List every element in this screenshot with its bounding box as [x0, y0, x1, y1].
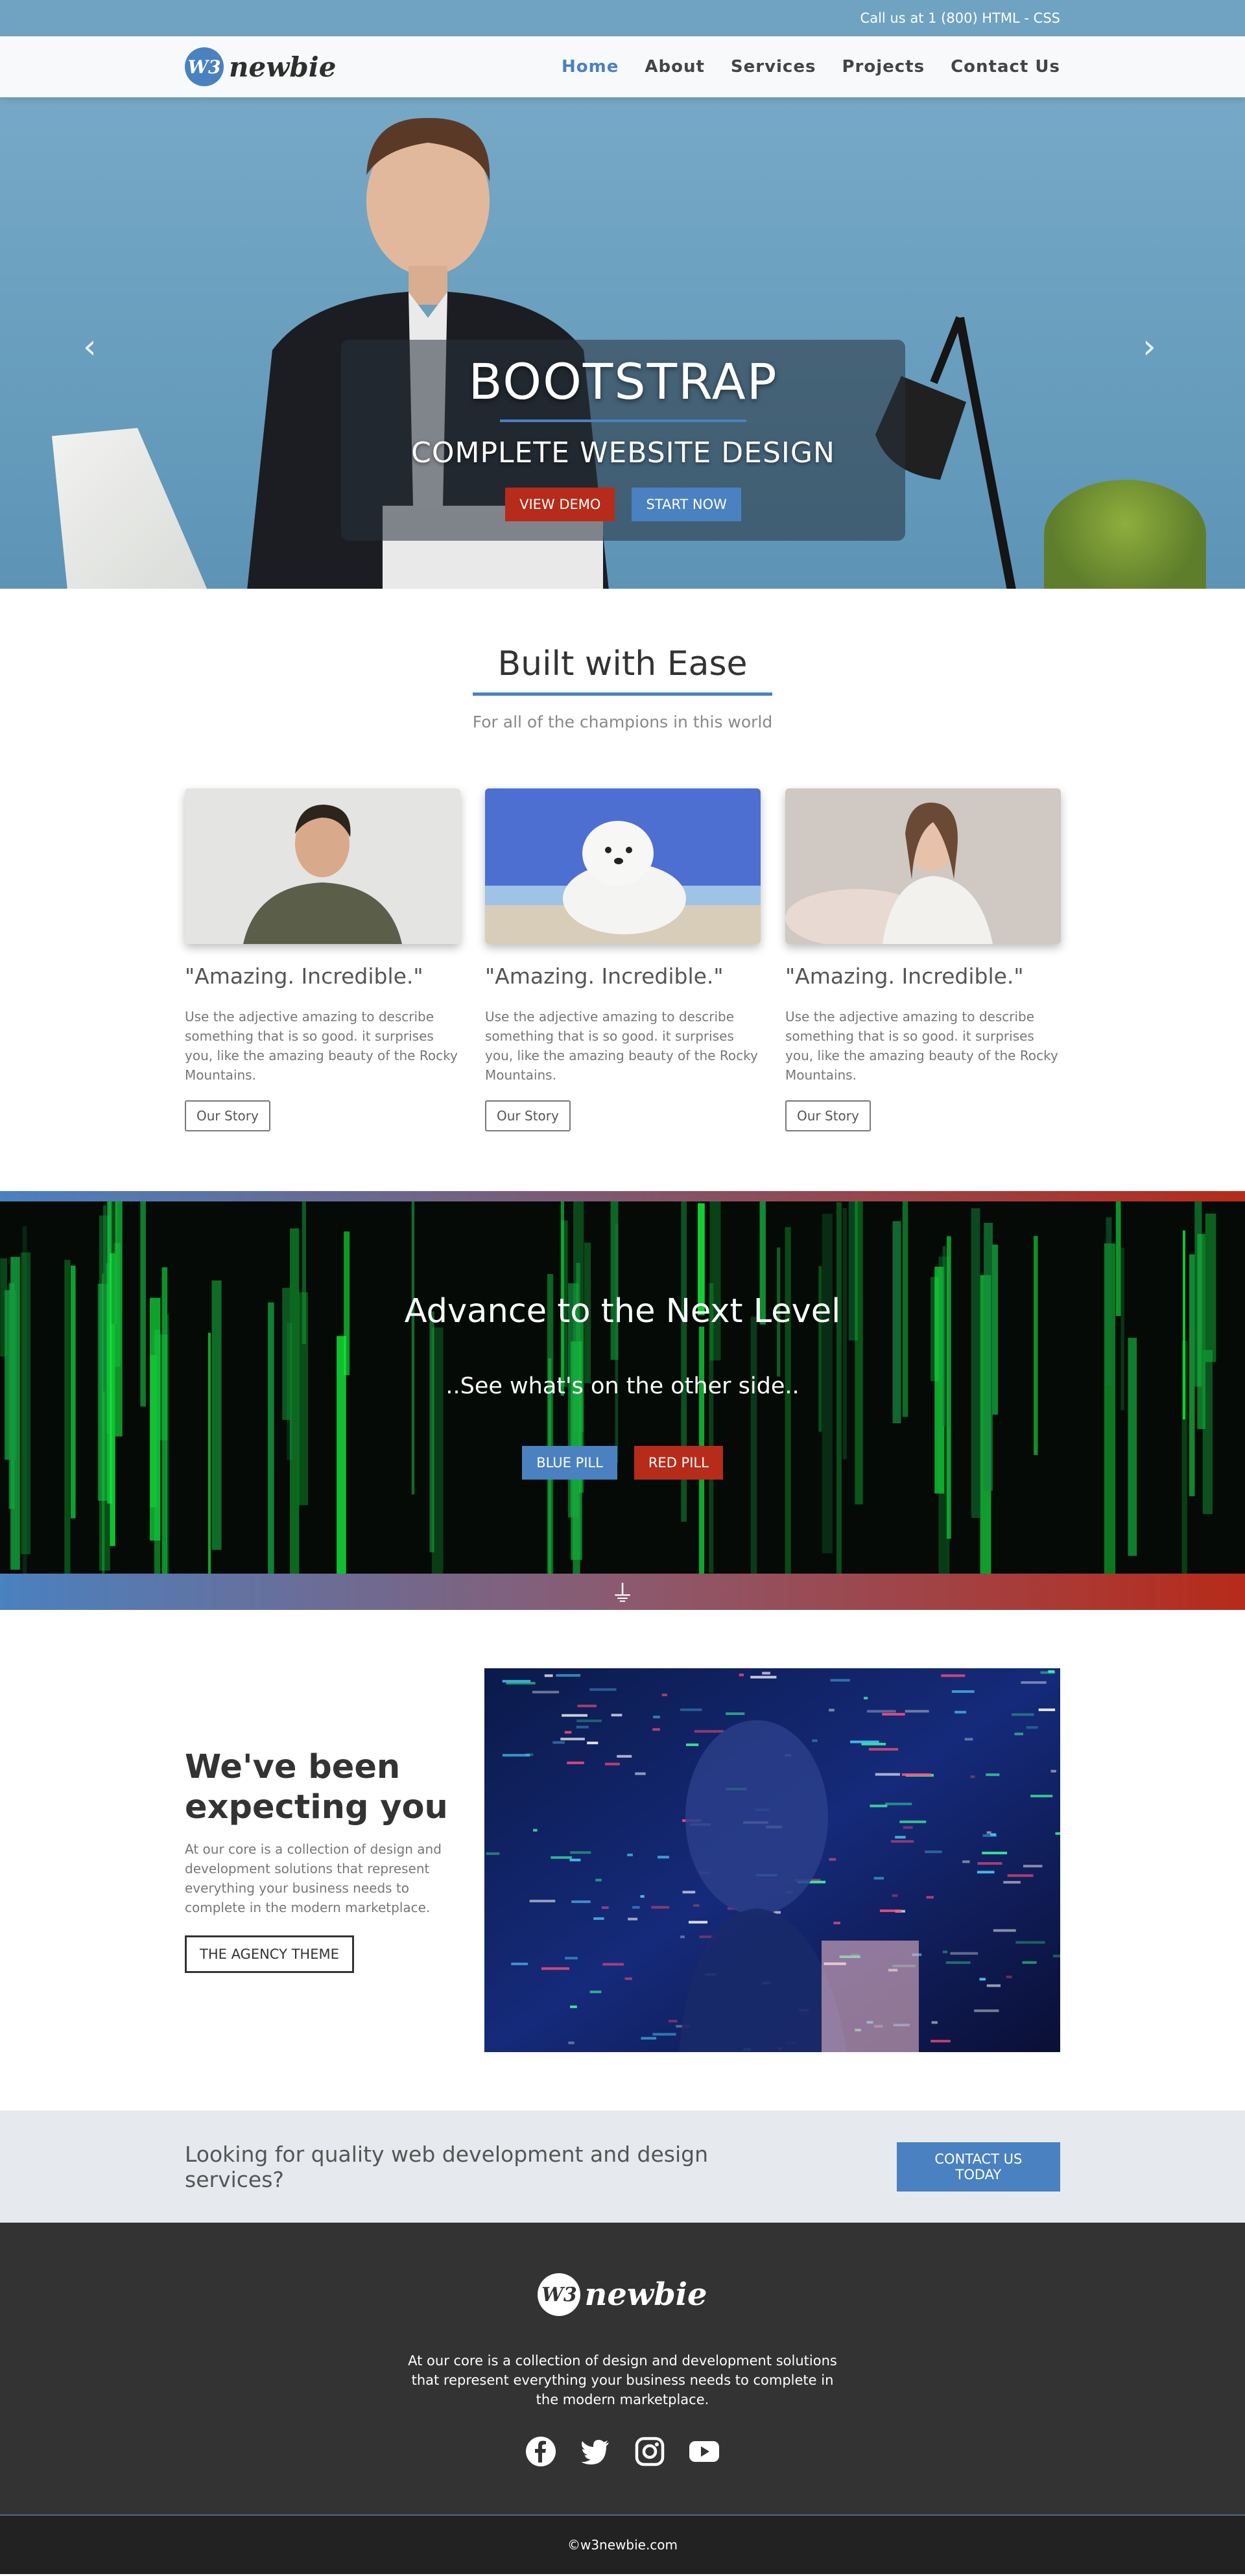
- card-title: "Amazing. Incredible.": [485, 963, 724, 989]
- matrix-subtitle: ..See what's on the other side..: [445, 1373, 800, 1399]
- card-text: Use the adjective amazing to describe so…: [185, 1009, 458, 1083]
- youtube-icon[interactable]: [688, 2435, 720, 2468]
- instagram-icon[interactable]: [634, 2435, 666, 2468]
- twitter-icon[interactable]: [579, 2435, 611, 2468]
- footer: W3 newbie At our core is a collection of…: [0, 2223, 1245, 2514]
- cta-section: Looking for quality web development and …: [0, 2110, 1245, 2223]
- footer-logo-text: newbie: [584, 2276, 707, 2313]
- nav-about[interactable]: About: [645, 57, 705, 77]
- card-text: Use the adjective amazing to describe so…: [785, 1009, 1058, 1083]
- card-image-man: [185, 788, 460, 944]
- section-subtitle: For all of the champions in this world: [472, 713, 773, 731]
- logo-badge: W3: [185, 47, 224, 86]
- plug-icon: ⏚: [610, 1581, 634, 1607]
- hero-paper-decoration: [52, 428, 208, 589]
- section-title: Built with Ease: [473, 644, 772, 696]
- agency-theme-button[interactable]: THE AGENCY THEME: [185, 1935, 354, 1973]
- footer-logo[interactable]: W3 newbie: [0, 2223, 1245, 2316]
- card-title: "Amazing. Incredible.": [185, 963, 423, 989]
- copyright-bar: ©w3newbie.com: [0, 2514, 1245, 2574]
- hero-carousel: ‹ › BOOTSTRAP COMPLETE WEBSITE DESIGN VI…: [0, 97, 1245, 589]
- card-title: "Amazing. Incredible.": [785, 963, 1024, 989]
- contact-phone-text: Call us at 1 (800) HTML - CSS: [860, 10, 1060, 26]
- matrix-section: Advance to the Next Level ..See what's o…: [0, 1201, 1245, 1574]
- expecting-title: We've been expecting you: [185, 1748, 448, 1826]
- nav-home[interactable]: Home: [562, 57, 619, 77]
- feature-card: "Amazing. Incredible." Use the adjective…: [485, 788, 761, 1131]
- navbar: W3 newbie Home About Services Projects C…: [0, 36, 1245, 97]
- card-text: Use the adjective amazing to describe so…: [485, 1009, 758, 1083]
- feature-card: "Amazing. Incredible." Use the adjective…: [185, 788, 460, 1131]
- contact-us-today-button[interactable]: CONTACT US TODAY: [896, 2142, 1060, 2192]
- our-story-button[interactable]: Our Story: [485, 1100, 571, 1131]
- footer-logo-badge: W3: [538, 2273, 581, 2316]
- hero-caption: BOOTSTRAP COMPLETE WEBSITE DESIGN VIEW D…: [341, 340, 905, 541]
- nav-services[interactable]: Services: [731, 57, 816, 77]
- footer-text: At our core is a collection of design an…: [408, 2353, 837, 2407]
- red-pill-button[interactable]: RED PILL: [634, 1446, 723, 1480]
- matrix-top-stripe: [0, 1191, 1245, 1201]
- matrix-bottom-stripe: ⏚: [0, 1574, 1245, 1610]
- hero-divider: [500, 419, 746, 422]
- built-with-ease-section: Built with Ease For all of the champions…: [0, 589, 1245, 1131]
- feature-card: "Amazing. Incredible." Use the adjective…: [785, 788, 1061, 1131]
- carousel-next-icon[interactable]: ›: [1143, 327, 1156, 366]
- start-now-button[interactable]: START NOW: [632, 488, 741, 521]
- card-image-dog: [485, 788, 761, 944]
- nav-projects[interactable]: Projects: [842, 57, 925, 77]
- top-bar: Call us at 1 (800) HTML - CSS: [0, 0, 1245, 36]
- hero-title: BOOTSTRAP: [468, 353, 778, 410]
- nav-contact-us[interactable]: Contact Us: [951, 57, 1060, 77]
- expecting-text: At our core is a collection of design an…: [185, 1841, 442, 1915]
- logo-text: newbie: [229, 51, 337, 83]
- blue-pill-button[interactable]: BLUE PILL: [522, 1446, 617, 1480]
- expecting-section: We've been expecting you At our core is …: [0, 1610, 1245, 2110]
- view-demo-button[interactable]: VIEW DEMO: [505, 488, 615, 521]
- nav-links: Home About Services Projects Contact Us: [562, 57, 1060, 77]
- our-story-button[interactable]: Our Story: [185, 1100, 270, 1131]
- expecting-image: [484, 1668, 1060, 2052]
- card-image-woman: [785, 788, 1061, 944]
- matrix-title: Advance to the Next Level: [404, 1292, 841, 1330]
- carousel-prev-icon[interactable]: ‹: [83, 327, 97, 366]
- social-links: [0, 2435, 1245, 2468]
- hero-plant-image: [1044, 480, 1206, 589]
- cta-text: Looking for quality web development and …: [185, 2141, 709, 2192]
- facebook-icon[interactable]: [525, 2435, 557, 2468]
- brand-logo[interactable]: W3 newbie: [185, 47, 336, 86]
- copyright-text: ©w3newbie.com: [567, 2537, 678, 2553]
- our-story-button[interactable]: Our Story: [785, 1100, 871, 1131]
- hero-subtitle: COMPLETE WEBSITE DESIGN: [411, 436, 835, 469]
